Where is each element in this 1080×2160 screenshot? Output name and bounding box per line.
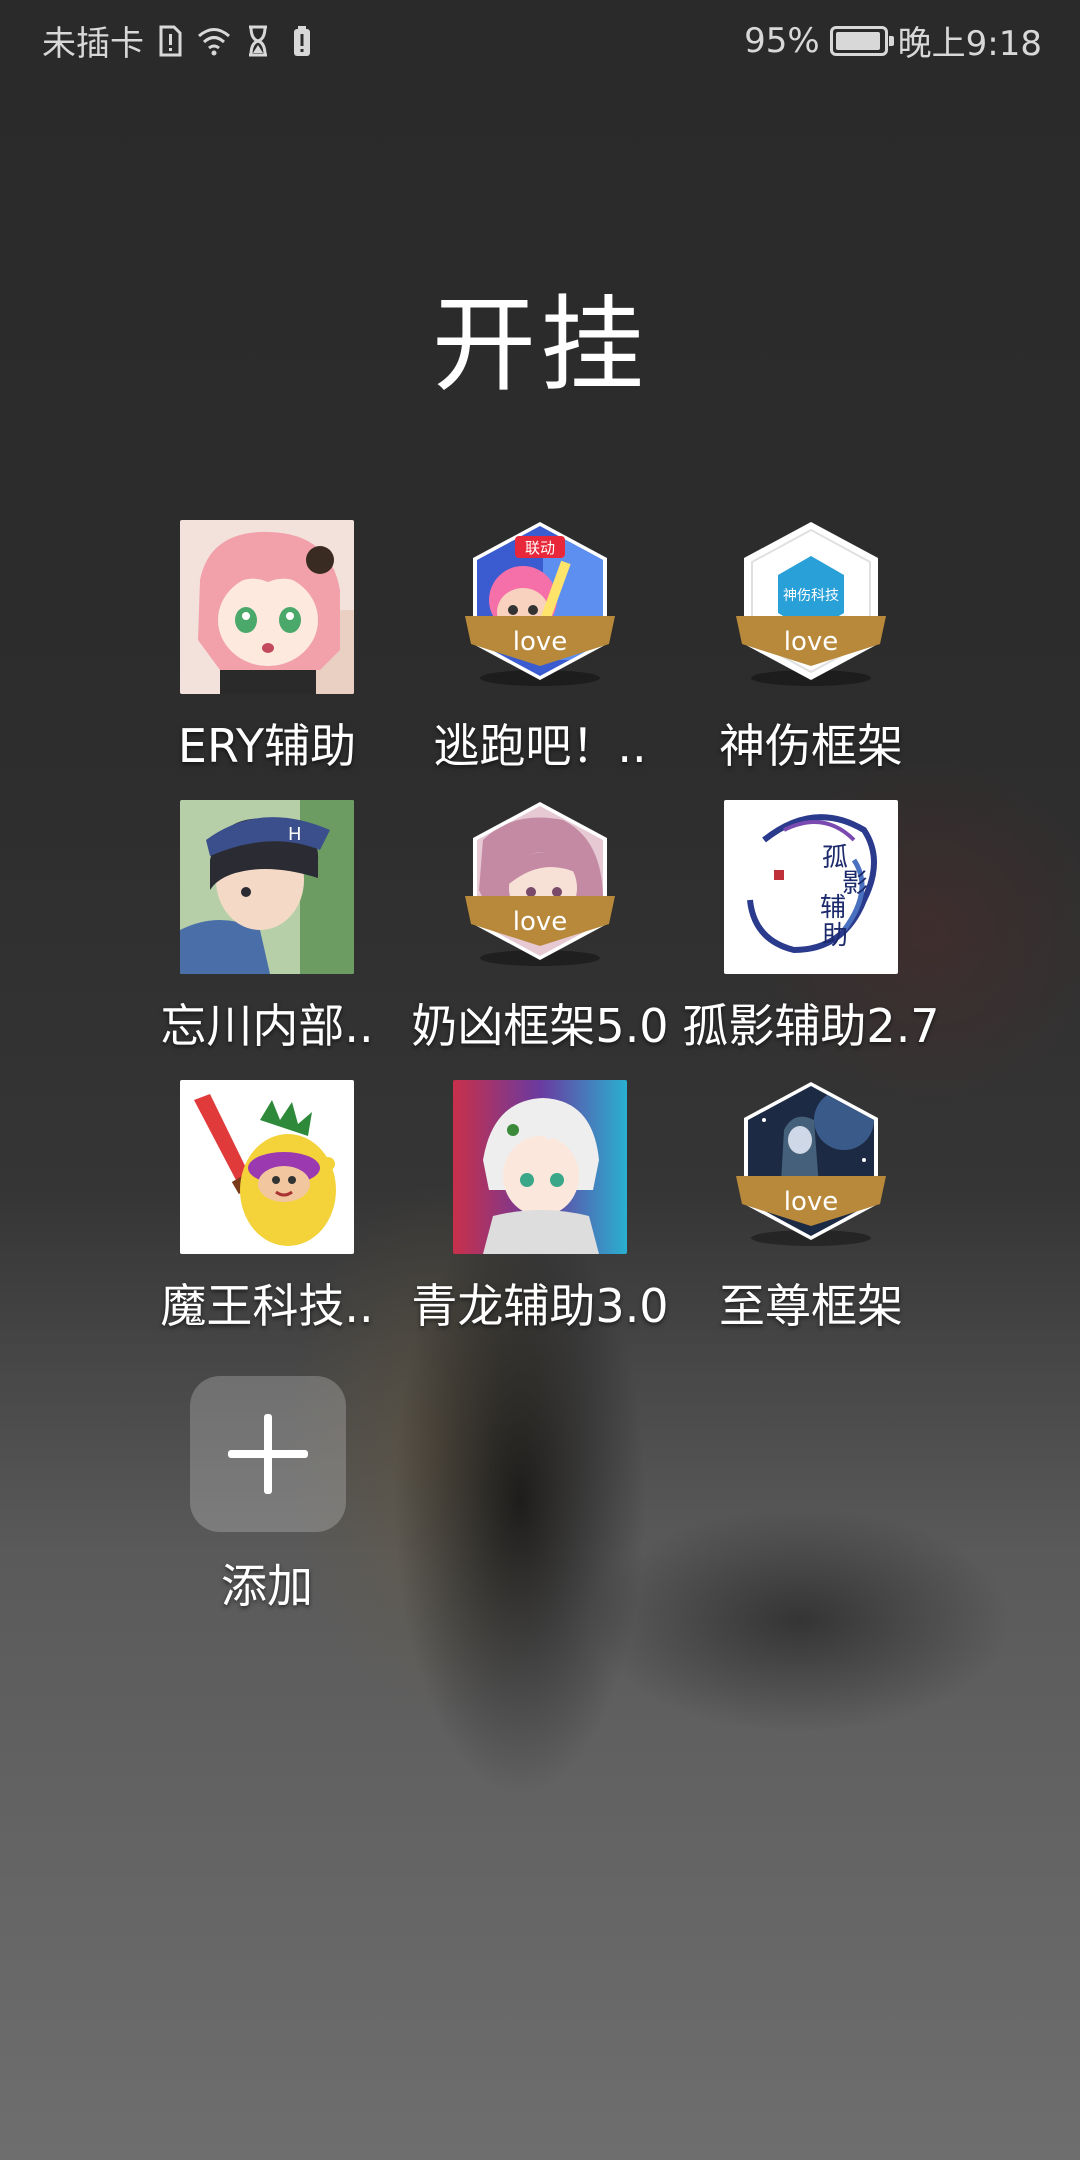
svg-text:辅: 辅 [820,893,846,923]
app-label: 孤影辅助2.7 [682,999,940,1053]
app-label: 神伤框架 [719,719,903,773]
app-label: ERY辅助 [177,719,357,773]
status-left: 未插卡 [42,16,320,65]
battery-icon [829,25,894,56]
love-badge: love [513,627,568,657]
app-icon: 神伤科技 love [724,520,898,694]
app-label: 青龙辅助3.0 [411,1279,669,1333]
calligraphy-dragon-logo-icon: 孤 影 辅 助 [724,800,898,974]
corner-tag-text: 联动 [525,539,555,557]
app-label: 至尊框架 [719,1279,903,1333]
night-scene-hex-icon: love [736,1082,886,1246]
blue-hex-logo-icon: 神伤科技 love [736,522,886,686]
app-ery[interactable]: ERY辅助 [132,520,402,780]
pineapple-mascot-icon [180,1080,354,1254]
app-escape[interactable]: 联动 love 逃跑吧！.. [405,520,675,780]
app-shenshang[interactable]: 神伤科技 love 神伤框架 [676,520,946,780]
app-icon [180,520,354,694]
svg-text:H: H [288,824,302,845]
app-icon [453,1080,627,1254]
app-icon: 联动 love [453,520,627,694]
hourglass-icon [249,25,267,56]
battery-percent: 95% [744,20,820,61]
app-icon: love [724,1080,898,1254]
app-label: 逃跑吧！.. [433,719,647,773]
battery-fill [835,31,880,50]
app-label: 忘川内部.. [160,999,374,1053]
love-badge: love [513,907,568,937]
anime-boy-cap-icon: H [180,800,354,974]
app-wangchuan[interactable]: H 忘川内部.. [132,800,402,1060]
clock: 晚上9:18 [897,24,1042,64]
add-app-button[interactable] [190,1376,346,1532]
anime-girl-pink-hair-icon [180,520,354,694]
sim-alert-icon [159,25,182,56]
app-naixiong[interactable]: love 奶凶框架5.0 [405,800,675,1060]
game-character-hex-icon: 联动 love [465,522,615,686]
app-icon: 孤 影 辅 助 [724,800,898,974]
add-app-label[interactable]: 添加 [132,1550,402,1616]
app-label: 奶凶框架5.0 [411,999,669,1053]
wifi-icon [198,27,230,55]
anime-pink-hair-hex-icon: love [465,802,615,966]
status-right: 95% 晚上9:18 [744,16,1042,65]
anime-white-hair-boy-icon [453,1080,627,1254]
svg-text:神伤科技: 神伤科技 [783,588,839,604]
status-bar: 未插卡 95% 晚上9:18 [0,0,1080,76]
app-mowang[interactable]: 魔王科技.. [132,1080,402,1340]
app-icon [180,1080,354,1254]
app-icon: love [453,800,627,974]
app-zhizun[interactable]: love 至尊框架 [676,1080,946,1340]
love-badge: love [784,627,839,657]
svg-text:助: 助 [822,921,848,951]
app-icon: H [180,800,354,974]
carrier-text: 未插卡 [42,24,144,64]
app-guying[interactable]: 孤 影 辅 助 孤影辅助2.7 [676,800,946,1060]
app-label: 魔王科技.. [160,1279,374,1333]
love-badge: love [784,1187,839,1217]
folder-title[interactable]: 开挂 [0,260,1080,411]
app-qinglong[interactable]: 青龙辅助3.0 [405,1080,675,1340]
battery-alert-icon [294,25,310,56]
